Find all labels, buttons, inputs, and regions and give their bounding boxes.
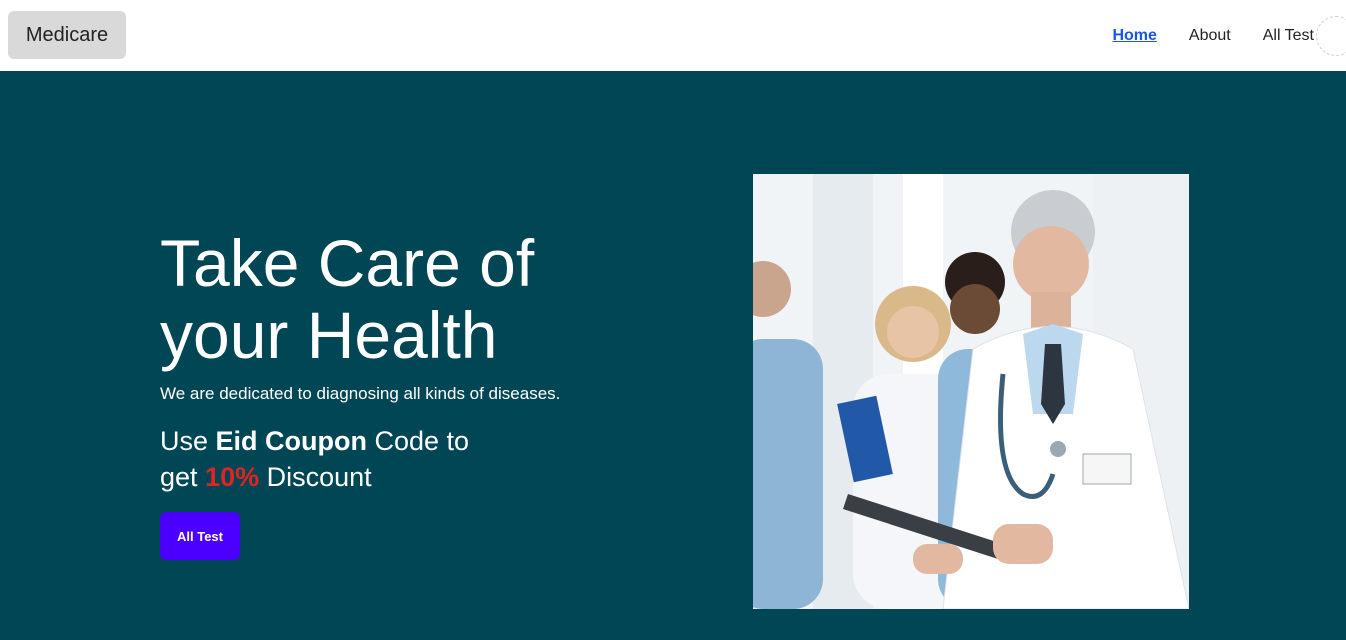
coupon-code: Eid Coupon <box>215 426 367 456</box>
hero-title-line2: your Health <box>160 298 498 372</box>
top-navbar: Medicare Home About All Test <box>0 0 1346 71</box>
coupon-part4: Discount <box>259 462 372 492</box>
all-test-button[interactable]: All Test <box>160 512 240 560</box>
coupon-text: Use Eid Coupon Code to get 10% Discount <box>160 423 520 495</box>
doctors-team-photo <box>753 174 1189 609</box>
nav-link-home[interactable]: Home <box>1112 27 1156 45</box>
hero-subtitle: We are dedicated to diagnosing all kinds… <box>160 384 561 403</box>
coupon-part2: Code to <box>367 426 470 456</box>
nav-links: Home About All Test <box>1112 16 1346 56</box>
nav-link-about[interactable]: About <box>1189 27 1231 45</box>
discount-percent: 10% <box>205 462 260 492</box>
nav-link-all-test[interactable]: All Test <box>1263 27 1314 45</box>
coupon-part1: Use <box>160 426 216 456</box>
hero-section: Take Care of your Health We are dedicate… <box>0 71 1346 640</box>
brand-logo-button[interactable]: Medicare <box>8 11 126 59</box>
coupon-part3: get <box>160 462 206 492</box>
hero-title: Take Care of your Health <box>160 227 680 371</box>
user-avatar[interactable] <box>1316 16 1346 56</box>
hero-title-line1: Take Care of <box>160 226 535 300</box>
